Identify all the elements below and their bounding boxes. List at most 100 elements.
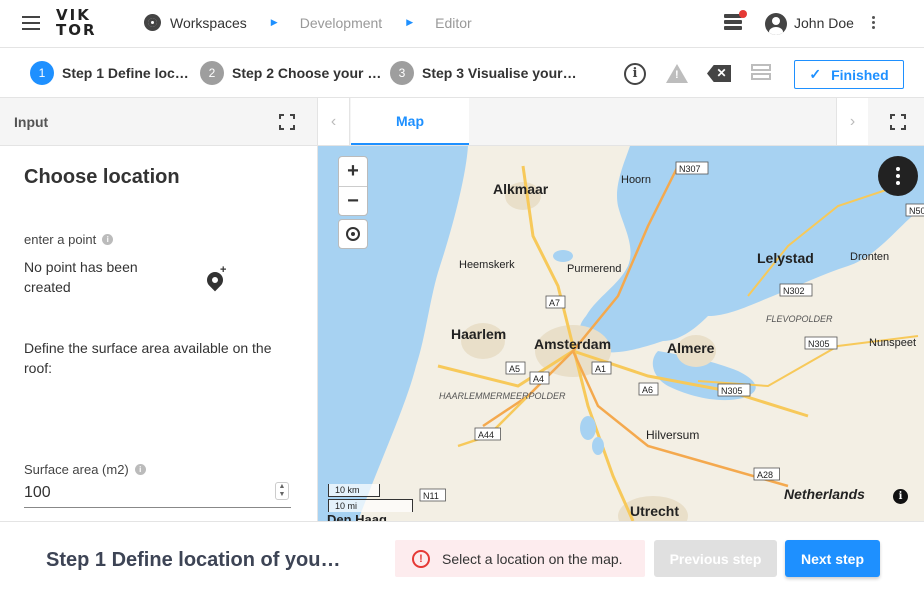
input-panel-header: Input	[0, 98, 317, 146]
road-shield: N307	[675, 161, 709, 175]
jobs-stack-icon[interactable]	[724, 10, 747, 32]
user-avatar-icon[interactable]	[765, 13, 787, 35]
svg-text:N305: N305	[721, 386, 743, 396]
clear-input-icon[interactable]: ✕	[707, 65, 731, 82]
top-bar: VIK TOR Workspaces ▶ Development ▶ Edito…	[0, 0, 924, 48]
menu-icon[interactable]	[22, 16, 40, 30]
step-label: Step 2 Choose your …	[232, 65, 382, 81]
zoom-in-button[interactable]: +	[339, 157, 367, 186]
map-place-label: Purmerend	[567, 263, 621, 275]
step-number: 3	[390, 61, 414, 85]
layout-icon[interactable]	[751, 64, 771, 82]
current-step-title: Step 1 Define location of your h…	[46, 549, 346, 571]
zoom-controls: + −	[338, 156, 368, 216]
next-step-button[interactable]: Next step	[785, 540, 880, 577]
viktor-logo[interactable]: VIK TOR	[56, 8, 96, 40]
map-panel: ‹ Map › Alkmaar Hoorn Heemskerk Purmeren…	[318, 98, 924, 521]
tab-scroll-left-icon[interactable]: ‹	[318, 98, 350, 145]
map-place-label: Hilversum	[646, 428, 699, 442]
svg-text:A5: A5	[509, 364, 520, 374]
step-label: Step 3 Visualise your…	[422, 65, 577, 81]
map-place-label: Alkmaar	[493, 181, 549, 197]
fullscreen-icon[interactable]	[279, 114, 295, 130]
map-place-label: FLEVOPOLDER	[766, 314, 833, 324]
previous-step-button[interactable]: Previous step	[654, 540, 777, 577]
road-shield: N305	[717, 383, 751, 397]
add-location-pin-icon[interactable]: +	[203, 264, 226, 292]
more-options-icon[interactable]	[870, 16, 876, 32]
breadcrumb-workspaces[interactable]: Workspaces	[144, 14, 247, 31]
svg-text:A1: A1	[595, 364, 606, 374]
map-place-label: Lelystad	[757, 250, 814, 266]
breadcrumb: Workspaces ▶ Development ▶ Editor	[144, 14, 472, 31]
road-shield: A4	[529, 371, 550, 385]
road-shield: N11	[419, 488, 446, 502]
map-view[interactable]: Alkmaar Hoorn Heemskerk Purmerend Lelystad Dr…	[318, 146, 924, 521]
breadcrumb-editor: Editor	[435, 14, 472, 31]
surface-area-input[interactable]: 100 ▲ ▼	[24, 480, 291, 508]
breadcrumb-development[interactable]: Development	[300, 15, 383, 31]
map-place-label: Utrecht	[630, 503, 679, 519]
validation-alert: ! Select a location on the map.	[395, 540, 645, 577]
map-attribution-icon[interactable]: i	[893, 489, 908, 504]
surface-area-label: Surface area (m2) i	[24, 462, 146, 477]
warning-icon[interactable]: !	[666, 64, 688, 83]
svg-text:N307: N307	[679, 164, 701, 174]
tab-scroll-right-icon[interactable]: ›	[836, 98, 868, 145]
step-1[interactable]: 1 Step 1 Define loc…	[30, 61, 189, 85]
svg-text:N305: N305	[808, 339, 830, 349]
step-label: Step 1 Define loc…	[62, 65, 189, 81]
map-place-label: Almere	[667, 340, 715, 356]
number-stepper-icon[interactable]: ▲ ▼	[275, 482, 289, 500]
notification-dot	[739, 10, 747, 18]
step-2[interactable]: 2 Step 2 Choose your …	[200, 61, 381, 85]
road-shield: A44	[474, 427, 501, 441]
road-shield: A6	[638, 382, 659, 396]
locate-me-icon[interactable]	[338, 219, 368, 249]
zoom-out-button[interactable]: −	[339, 186, 367, 215]
point-field-label: enter a point i	[24, 232, 114, 247]
svg-text:A7: A7	[549, 298, 560, 308]
check-icon: ✓	[809, 66, 822, 82]
map-place-label: Den Haag	[327, 512, 387, 521]
workspace-icon	[144, 14, 161, 31]
info-icon[interactable]: i	[624, 63, 646, 85]
error-icon: !	[412, 549, 430, 568]
help-icon[interactable]: i	[134, 464, 146, 475]
step-number: 2	[200, 61, 224, 85]
finished-button[interactable]: ✓ Finished	[794, 60, 904, 89]
road-shield: A1	[591, 361, 612, 375]
footer-bar: Step 1 Define location of your h… ! Sele…	[0, 521, 924, 589]
help-icon[interactable]: i	[102, 234, 114, 245]
road-shield: N302	[779, 283, 813, 297]
road-shield: N50	[905, 203, 924, 217]
svg-text:A28: A28	[757, 470, 773, 480]
user-name[interactable]: John Doe	[794, 15, 854, 31]
breadcrumb-separator-icon: ▶	[406, 17, 414, 27]
map-place-label: Hoorn	[621, 174, 651, 186]
map-place-label: Dronten	[850, 251, 889, 263]
map-place-label: Nunspeet	[869, 337, 916, 349]
map-canvas: Alkmaar Hoorn Heemskerk Purmerend Lelystad Dr…	[318, 146, 924, 521]
map-menu-icon[interactable]	[878, 156, 918, 196]
map-scale: 10 km 10 mi	[328, 484, 413, 512]
svg-text:A44: A44	[478, 430, 494, 440]
input-panel-title: Input	[14, 114, 49, 130]
map-place-label: Netherlands	[784, 486, 865, 502]
road-shield: A7	[545, 295, 566, 309]
svg-text:N50: N50	[909, 206, 924, 216]
road-shield: A5	[505, 361, 526, 375]
surface-description: Define the surface area available on the…	[24, 340, 272, 376]
map-place-label: Heemskerk	[459, 259, 515, 271]
road-shield: A28	[753, 467, 780, 481]
section-title: Choose location	[24, 166, 180, 188]
fullscreen-icon[interactable]	[890, 114, 906, 130]
input-panel: Input Choose location enter a point i No…	[0, 98, 318, 521]
svg-text:N11: N11	[423, 491, 439, 501]
step-3[interactable]: 3 Step 3 Visualise your…	[390, 61, 577, 85]
map-place-label: HAARLEMMERMEERPOLDER	[439, 391, 566, 401]
map-place-label: Haarlem	[451, 326, 506, 342]
tab-map[interactable]: Map	[351, 98, 469, 145]
svg-text:N302: N302	[783, 286, 805, 296]
step-number: 1	[30, 61, 54, 85]
